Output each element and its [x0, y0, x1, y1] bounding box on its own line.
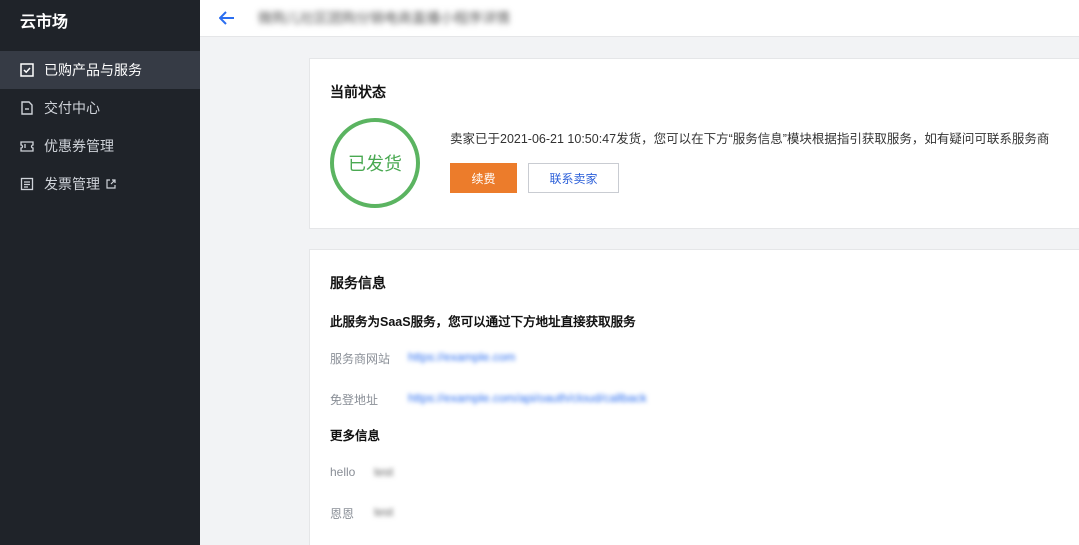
status-card-title: 当前状态: [330, 84, 386, 100]
login-url-label: 免登地址: [330, 393, 379, 407]
extra-value-hello: test: [374, 465, 394, 479]
extra-label-hello: hello: [330, 465, 356, 479]
brand-title: 云市场: [20, 14, 69, 31]
website-label: 服务商网站: [330, 352, 391, 366]
status-card: 当前状态 已发货 卖家已于2021-06-21 10:50:47发货，您可以在下…: [309, 58, 1079, 229]
sidebar-item-coupons[interactable]: 优惠券管理: [0, 127, 200, 165]
service-description: 此服务为SaaS服务，您可以通过下方地址直接获取服务: [330, 315, 636, 329]
sidebar-item-label: 交付中心: [44, 100, 100, 116]
service-info-card: 服务信息 此服务为SaaS服务，您可以通过下方地址直接获取服务 服务商网站 ht…: [309, 249, 1079, 545]
sidebar-item-label: 优惠券管理: [44, 138, 114, 154]
service-card-title: 服务信息: [330, 275, 386, 291]
sidebar: 云市场 已购产品与服务 交付中心 优惠券管理 发票管理: [0, 0, 200, 545]
sidebar-item-label: 发票管理: [44, 176, 100, 192]
doc-icon: [20, 101, 34, 115]
sidebar-item-delivery[interactable]: 交付中心: [0, 89, 200, 127]
page-title: 微购儿社区团购分销电商直播小程序详情: [258, 10, 510, 26]
contact-seller-button[interactable]: 联系卖家: [528, 163, 619, 193]
page-header: 微购儿社区团购分销电商直播小程序详情: [200, 0, 1079, 37]
login-url-link[interactable]: https://example.com/api/oauth/cloud/call…: [408, 391, 647, 405]
sidebar-item-invoices[interactable]: 发票管理: [0, 165, 200, 203]
renew-button[interactable]: 续费: [450, 163, 517, 193]
sidebar-item-label: 已购产品与服务: [44, 62, 142, 78]
sidebar-item-purchased[interactable]: 已购产品与服务: [0, 51, 200, 89]
extra-label-enen: 恩恩: [330, 507, 355, 521]
checkbox-icon: [20, 63, 34, 77]
ticket-icon: [20, 139, 34, 153]
status-badge: 已发货: [330, 118, 420, 208]
status-label: 已发货: [348, 154, 402, 174]
status-message: 卖家已于2021-06-21 10:50:47发货，您可以在下方“服务信息”模块…: [450, 132, 1050, 146]
more-info-title: 更多信息: [330, 429, 381, 443]
back-arrow-icon[interactable]: [216, 7, 238, 29]
extra-value-enen: test: [374, 505, 394, 519]
invoice-icon: [20, 177, 34, 191]
external-link-icon: [106, 179, 116, 189]
website-link[interactable]: https://example.com: [408, 350, 515, 364]
